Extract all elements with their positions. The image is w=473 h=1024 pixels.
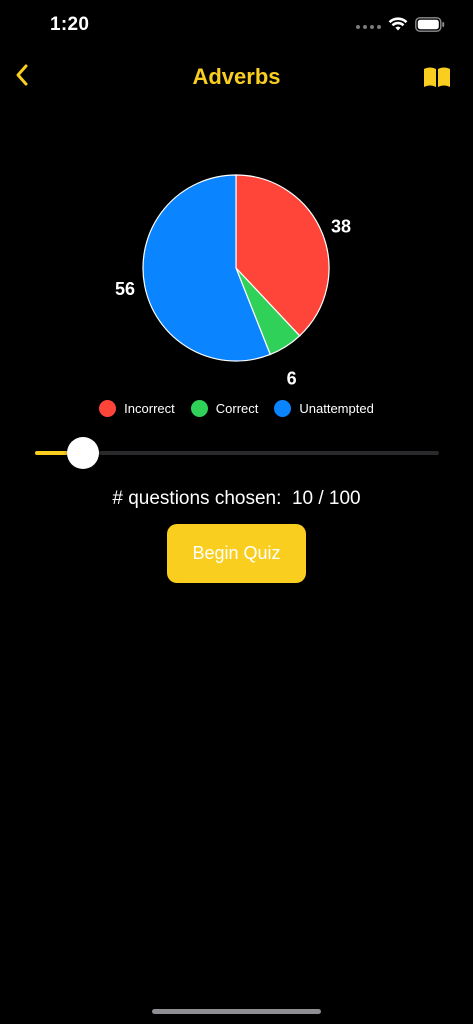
pie-label-correct: 6 xyxy=(287,369,297,389)
progress-pie-chart: 38 6 56 xyxy=(0,165,473,395)
navigation-bar: Adverbs xyxy=(0,54,473,100)
status-bar: 1:20 xyxy=(0,0,473,54)
legend-dot-unattempted xyxy=(274,399,292,417)
question-count-slider[interactable] xyxy=(35,435,439,471)
pie-chart-svg: 38 6 56 xyxy=(115,174,351,389)
legend-dot-incorrect xyxy=(99,399,117,417)
questions-chosen-text: # questions chosen: 10 / 100 xyxy=(112,488,361,509)
book-button[interactable] xyxy=(423,65,451,89)
legend-label-correct: Correct xyxy=(215,400,259,416)
legend-item-unattempted: Unattempted xyxy=(274,399,374,417)
legend-label-incorrect: Incorrect xyxy=(124,400,175,416)
pie-label-incorrect: 38 xyxy=(331,216,351,236)
status-icons xyxy=(356,17,445,37)
begin-quiz-button[interactable]: Begin Quiz xyxy=(167,524,306,583)
legend-label-unattempted: Unattempted xyxy=(299,400,374,416)
legend-item-correct: Correct xyxy=(190,399,259,417)
begin-quiz-label: Begin Quiz xyxy=(192,543,281,563)
home-indicator xyxy=(152,1009,321,1014)
battery-icon xyxy=(415,17,445,37)
chart-legend: Incorrect Correct Unattempted xyxy=(0,396,473,420)
slider-thumb[interactable] xyxy=(67,437,99,469)
status-time: 1:20 xyxy=(50,14,90,35)
cellular-signal-icon xyxy=(356,25,381,29)
wifi-icon xyxy=(388,17,408,37)
page-title: Adverbs xyxy=(192,64,281,89)
pie-label-unattempted: 56 xyxy=(115,279,135,299)
book-icon xyxy=(423,67,451,93)
legend-dot-correct xyxy=(190,399,208,417)
legend-item-incorrect: Incorrect xyxy=(99,399,175,417)
